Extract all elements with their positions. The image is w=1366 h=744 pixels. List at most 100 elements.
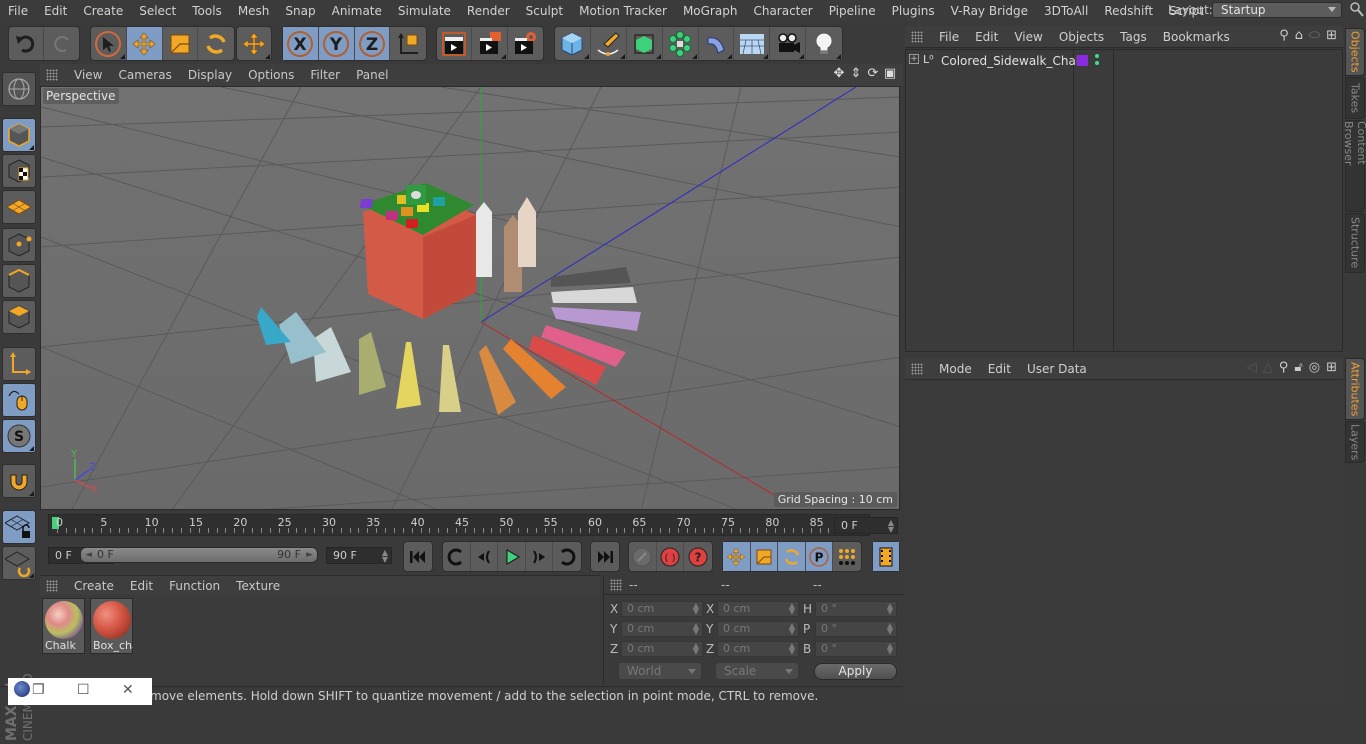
material-swatch[interactable]: Box_cha [90,598,133,654]
texture-mode-button[interactable] [2,154,36,188]
pen-button[interactable] [591,27,627,60]
parameter-track-button[interactable]: P [805,542,834,571]
panel-grip-icon[interactable] [46,579,58,592]
menu-motion-tracker[interactable]: Motion Tracker [571,4,675,18]
points-mode-button[interactable] [2,228,36,262]
tab-content-browser[interactable]: Content Browser [1342,120,1366,212]
tab-takes[interactable]: Takes [1345,77,1365,119]
floor-button[interactable] [734,27,771,60]
play-button[interactable] [498,542,526,571]
size-mode-select[interactable]: Scale [716,663,798,679]
menu-create[interactable]: Create [75,4,131,18]
target-icon[interactable]: ◎ [1309,361,1320,375]
frame-range-slider[interactable]: ◄ 0 F 90 F ► [80,547,318,563]
size-y-field[interactable]: 0 cm ▲ ▼ [717,621,799,637]
spinner-icon[interactable]: ▲▼ [693,602,699,616]
z-axis-toggle[interactable]: Z [354,27,391,60]
rot-p-field[interactable]: 0 ° ▲ ▼ [815,621,897,637]
object-name[interactable]: Colored_Sidewalk_Chalk [941,54,1086,68]
tab-objects[interactable]: Objects [1345,28,1365,76]
snap-button[interactable] [2,464,36,498]
menu-file[interactable]: File [0,4,36,18]
lock-icon[interactable]: 🔓︎ [1294,361,1302,375]
material-swatch[interactable]: Chalk [42,598,85,654]
viewport-menu-display[interactable]: Display [180,68,240,82]
workplane-mode-button[interactable] [2,190,36,224]
maximize-icon[interactable]: ☐ [77,682,90,698]
scale-track-button[interactable] [750,542,779,571]
solo-button[interactable]: S [2,419,36,453]
prev-key-button[interactable] [443,542,471,571]
menu-edit[interactable]: Edit [36,4,75,18]
new-window-icon[interactable]: ⊞ [1326,361,1337,375]
axis-mode-button[interactable] [2,347,36,381]
menu-3dtoall[interactable]: 3DToAll [1036,4,1096,18]
next-frame-button[interactable] [526,542,554,571]
panel-grip-icon[interactable] [911,362,923,375]
objects-menu-objects[interactable]: Objects [1051,30,1112,44]
panel-grip-icon[interactable] [911,30,923,43]
menu-animate[interactable]: Animate [324,4,390,18]
polygons-mode-button[interactable] [2,300,36,334]
point-level-track-button[interactable] [833,542,861,571]
spinner-icon[interactable]: ▲▼ [789,642,795,656]
objects-menu-bookmarks[interactable]: Bookmarks [1155,30,1238,44]
attributes-menu-mode[interactable]: Mode [931,362,980,376]
apply-button[interactable]: Apply [814,663,897,680]
subdivision-button[interactable] [627,27,663,60]
menu-redshift[interactable]: Redshift [1096,4,1161,18]
make-editable-button[interactable] [2,72,36,106]
spinner-icon[interactable]: ▲▼ [693,622,699,636]
restore-icon[interactable]: ❐ [32,682,45,698]
pos-x-field[interactable]: 0 cm ▲ ▼ [621,601,703,617]
render-settings-button[interactable] [508,27,543,60]
goto-start-button[interactable] [404,542,432,571]
attributes-menu-edit[interactable]: Edit [980,362,1019,376]
bend-deformer-button[interactable] [699,27,735,60]
menu-sculpt[interactable]: Sculpt [518,4,571,18]
rotation-track-button[interactable] [778,542,806,571]
attributes-menu-user-data[interactable]: User Data [1019,362,1095,376]
layout-select[interactable]: Startup [1212,2,1342,18]
spinner-icon[interactable]: ▲▼ [887,602,893,616]
prev-frame-button[interactable] [471,542,499,571]
menu-vray-bridge[interactable]: V-Ray Bridge [943,4,1036,18]
back-arrow-icon[interactable]: ◁ [1247,361,1257,375]
scale-tool[interactable] [163,27,199,60]
keyframe-selection-button[interactable]: ? [684,542,712,571]
current-frame-field[interactable]: 0 F ▲ ▼ [834,517,898,534]
x-axis-toggle[interactable]: X [283,27,319,60]
live-selection-tool[interactable] [91,27,127,60]
camera-button[interactable] [770,27,807,60]
viewport-menu-view[interactable]: View [66,68,110,82]
menu-plugins[interactable]: Plugins [884,4,943,18]
editor-visibility-dot[interactable] [1095,54,1099,58]
expand-icon[interactable]: + [909,54,919,64]
panel-grip-icon[interactable] [46,69,58,81]
timeline-window-button[interactable] [873,542,899,571]
up-arrow-icon[interactable]: △ [1263,361,1273,375]
autokey-button[interactable]: ( ) [657,542,685,571]
menu-snap[interactable]: Snap [277,4,323,18]
tab-layers[interactable]: Layers [1345,421,1365,463]
redo-button[interactable] [44,27,79,60]
viewport-menu-panel[interactable]: Panel [348,68,396,82]
menu-simulate[interactable]: Simulate [390,4,459,18]
timeline-ruler[interactable]: 051015202530354045505560657075808590 [48,514,870,536]
rot-h-field[interactable]: 0 ° ▲ ▼ [815,601,897,617]
layer-color-swatch[interactable] [1077,55,1088,66]
menu-tools[interactable]: Tools [184,4,230,18]
material-menu-function[interactable]: Function [161,579,228,593]
coordinate-mode-select[interactable]: World [619,663,701,679]
move-tool[interactable] [126,27,163,60]
workplane-align-button[interactable] [2,546,36,580]
panel-grip-icon[interactable] [610,579,622,591]
rotate-tool[interactable] [198,27,234,60]
last-tool-button[interactable] [237,27,271,60]
search-icon[interactable]: ⚲ [1279,361,1289,375]
material-menu-create[interactable]: Create [66,579,122,593]
viewport-3d[interactable]: Y Z X Perspective Grid Spacing : 10 cm [40,86,900,510]
objects-menu-tags[interactable]: Tags [1112,30,1155,44]
spinner-icon[interactable]: ▲▼ [789,622,795,636]
range-left-arrow-icon[interactable]: ◄ [85,548,92,562]
